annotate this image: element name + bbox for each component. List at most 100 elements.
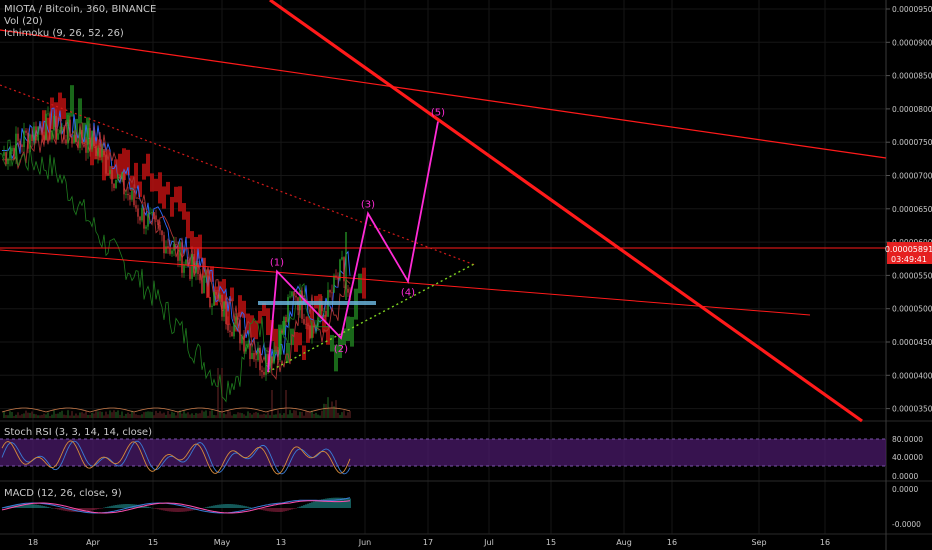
volume-bar	[173, 412, 175, 418]
candle-body	[129, 195, 131, 200]
price-tick-label: 0.00009500	[892, 5, 932, 14]
volume-bar	[213, 414, 215, 418]
macd-histogram-bar	[97, 508, 99, 510]
chart-canvas[interactable]: (1) (2) (3) (4) (5) 0.00009500 0.00009000 0.00…	[0, 0, 932, 550]
macd-histogram-bar	[315, 500, 317, 508]
candle-body	[63, 127, 65, 140]
macd-histogram-bar	[329, 498, 331, 508]
cloud-segment	[346, 316, 350, 341]
time-tick-label: 18	[28, 538, 38, 547]
candle-body	[173, 243, 175, 251]
macd-histogram-bar	[187, 508, 189, 512]
macd-histogram-bar	[223, 504, 225, 508]
candle-body	[317, 317, 319, 326]
macd-histogram-bar	[93, 508, 95, 511]
candle-body	[179, 242, 181, 261]
volume-bar	[271, 390, 273, 418]
candle-body	[163, 235, 165, 254]
volume-bar	[187, 412, 189, 418]
volume-bar	[303, 415, 305, 418]
volume-bar	[291, 413, 293, 418]
volume-bar	[149, 411, 151, 418]
macd-histogram-bar	[167, 508, 169, 512]
time-tick-label: Jun	[358, 538, 372, 547]
tradingview-chart[interactable]: (1) (2) (3) (4) (5) 0.00009500 0.00009000 0.00…	[0, 0, 932, 550]
macd-histogram-bar	[121, 504, 123, 508]
candle-body	[9, 151, 11, 159]
volume-bar	[243, 414, 245, 418]
candle-body	[161, 230, 163, 236]
ichimoku-legend[interactable]: Ichimoku (9, 26, 52, 26)	[4, 28, 124, 40]
volume-bar	[11, 411, 13, 418]
volume-bar	[201, 410, 203, 418]
candle-body	[77, 141, 79, 148]
macd-histogram-bar	[125, 504, 127, 508]
macd-histogram-bar	[269, 508, 271, 512]
candle-body	[185, 259, 187, 265]
volume-bar	[15, 414, 17, 418]
candle-body	[189, 266, 191, 279]
macd-histogram-bar	[313, 501, 315, 508]
candle-body	[197, 262, 199, 275]
volume-bar	[73, 415, 75, 418]
macd-histogram-bar	[179, 508, 181, 512]
candle-body	[19, 140, 21, 145]
volume-bar	[209, 411, 211, 418]
candle-body	[221, 294, 223, 317]
macd-histogram-bar	[185, 508, 187, 512]
candle-body	[127, 193, 129, 196]
macd-histogram-bar	[245, 506, 247, 508]
price-tick-label: 0.00004000	[892, 371, 932, 380]
candle-body	[75, 134, 77, 142]
volume-bar	[321, 410, 323, 418]
candle-body	[13, 147, 15, 160]
candle-body	[175, 243, 177, 245]
macd-histogram-bar	[29, 504, 31, 508]
candle-body	[117, 174, 119, 180]
volume-bar	[289, 410, 291, 418]
macd-legend[interactable]: MACD (12, 26, close, 9)	[4, 488, 122, 500]
candle-body	[279, 330, 281, 361]
macd-histogram-bar	[281, 508, 283, 512]
candle-body	[103, 149, 105, 156]
candle-body	[259, 347, 261, 371]
macd-histogram-bar	[311, 502, 313, 508]
volume-legend[interactable]: Vol (20)	[4, 16, 43, 28]
macd-histogram-bar	[165, 508, 167, 511]
macd-histogram-bar	[113, 505, 115, 508]
volume-bar	[235, 414, 237, 418]
volume-bar	[335, 400, 337, 418]
candle-body	[263, 372, 265, 375]
stoch-rsi-legend[interactable]: Stoch RSI (3, 3, 14, 14, close)	[4, 427, 152, 439]
macd-histogram-bar	[227, 504, 229, 508]
candle-body	[331, 292, 333, 294]
candle-body	[289, 296, 291, 298]
volume-bar	[151, 411, 153, 418]
volume-bar	[59, 412, 61, 418]
volume-bar	[157, 412, 159, 418]
macd-histogram-bar	[299, 506, 301, 508]
candle-body	[137, 208, 139, 217]
cloud-segment	[358, 273, 362, 294]
candle-body	[15, 133, 17, 160]
macd-histogram-bar	[291, 508, 293, 510]
candle-body	[135, 205, 137, 209]
macd-histogram-bar	[217, 504, 219, 508]
macd-histogram-bar	[157, 508, 159, 510]
candle-body	[323, 311, 325, 312]
candle-body	[275, 349, 277, 351]
candle-body	[21, 144, 23, 147]
macd-histogram-bar	[241, 505, 243, 508]
volume-bar	[275, 414, 277, 418]
stoch-rsi-band	[0, 439, 886, 466]
candle-body	[89, 128, 91, 150]
macd-histogram-bar	[175, 508, 177, 512]
macd-histogram-bar	[277, 508, 279, 512]
price-tick-label: 0.00009000	[892, 38, 932, 47]
time-tick-label: 15	[546, 538, 556, 547]
symbol-legend[interactable]: MIOTA / Bitcoin, 360, BINANCE	[4, 4, 156, 16]
volume-bar	[167, 410, 169, 418]
volume-bar	[51, 414, 53, 418]
candle-body	[307, 324, 309, 326]
cloud-segment	[182, 203, 186, 220]
